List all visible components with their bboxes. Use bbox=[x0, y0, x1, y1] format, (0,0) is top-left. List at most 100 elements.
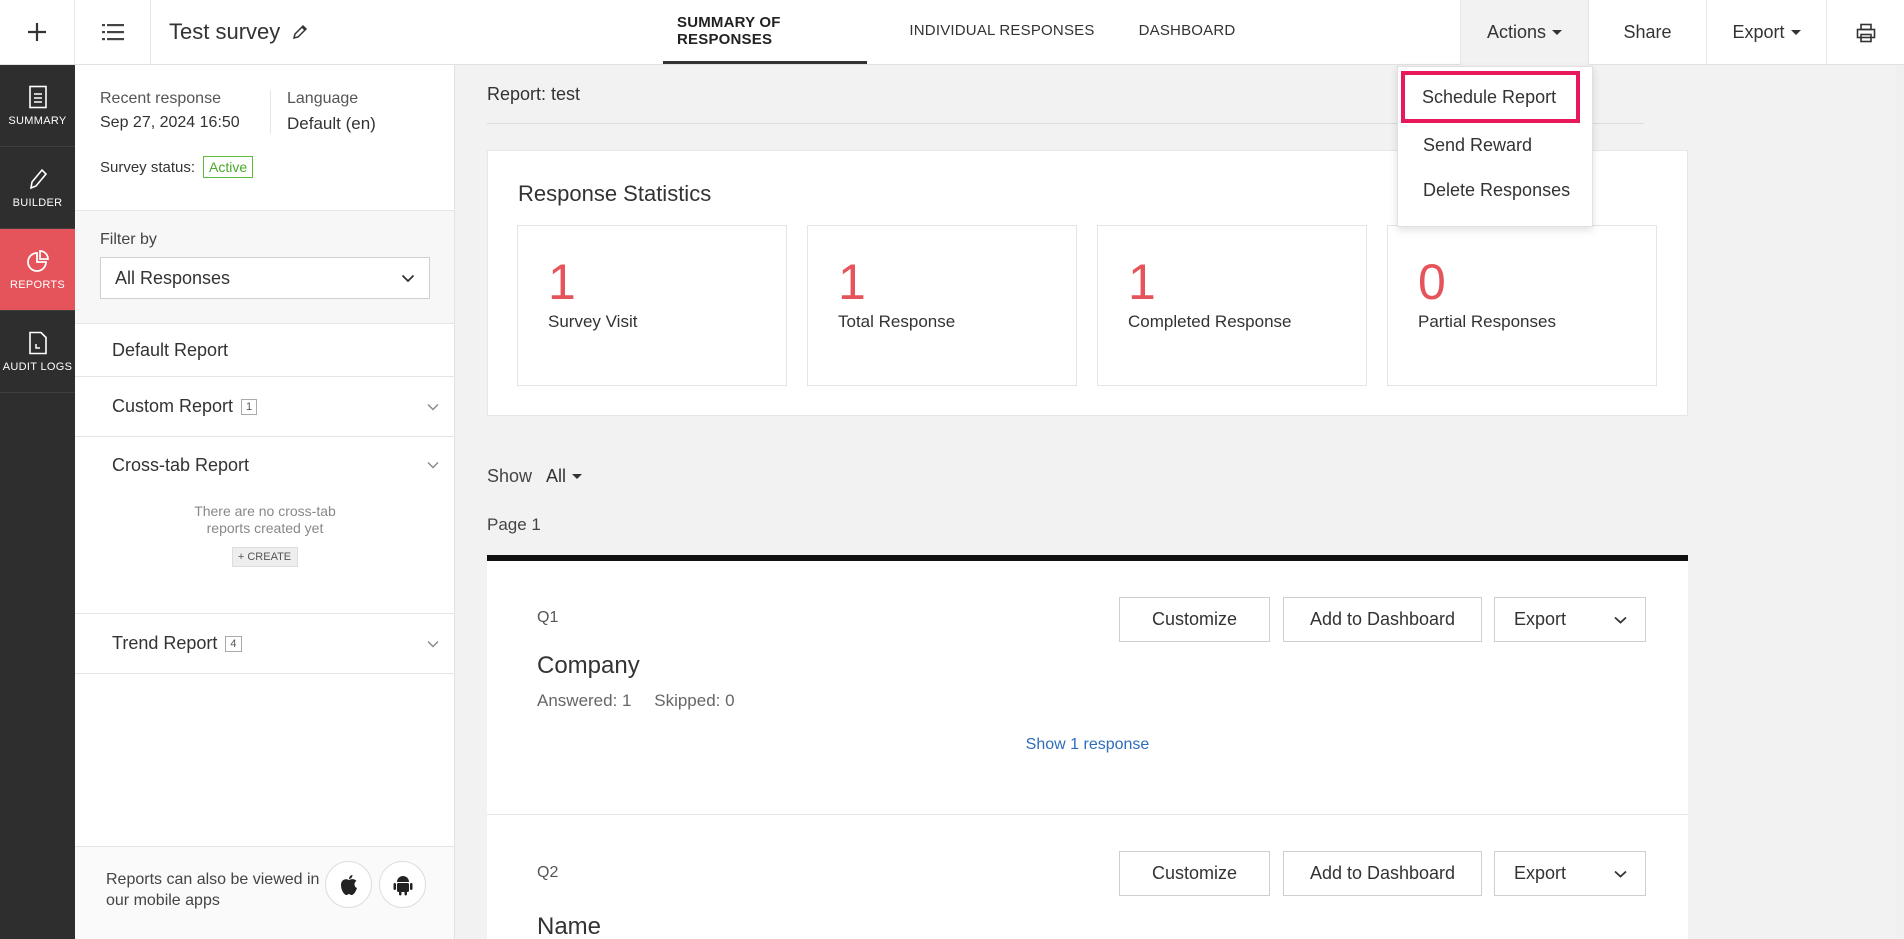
menu-item-delete-responses[interactable]: Delete Responses bbox=[1398, 170, 1592, 210]
tab-summary-of-responses[interactable]: SUMMARY OF RESPONSES bbox=[663, 0, 867, 64]
question-number: Q1 bbox=[537, 609, 559, 626]
plus-icon bbox=[28, 23, 46, 41]
menu-item-schedule-report[interactable]: Schedule Report bbox=[1401, 71, 1580, 123]
nav-builder-label: BUILDER bbox=[12, 196, 63, 209]
survey-title: Test survey bbox=[169, 19, 281, 44]
questions-area: Q1 Company Answered: 1 Skipped: 0 Custom… bbox=[487, 555, 1688, 939]
actions-button[interactable]: Actions bbox=[1460, 0, 1588, 65]
page-label: Page 1 bbox=[487, 515, 541, 534]
customize-button[interactable]: Customize bbox=[1119, 597, 1270, 642]
chevron-down-icon bbox=[1614, 616, 1627, 624]
report-item-custom[interactable]: Custom Report 1 bbox=[75, 377, 454, 437]
count-badge: 1 bbox=[241, 399, 258, 416]
question-export-label: Export bbox=[1514, 863, 1567, 883]
recent-response-label: Recent response bbox=[100, 90, 221, 107]
language-label: Language bbox=[287, 90, 359, 107]
add-survey-button[interactable] bbox=[0, 0, 75, 64]
report-item-label: Custom Report bbox=[112, 396, 234, 416]
show-label: Show bbox=[487, 466, 533, 486]
question-meta: Answered: 1 Skipped: 0 bbox=[537, 691, 735, 711]
stat-value: 1 bbox=[838, 254, 866, 310]
android-icon bbox=[393, 875, 412, 895]
answered-count: Answered: 1 bbox=[537, 691, 632, 710]
show-dropdown[interactable]: All bbox=[546, 466, 583, 487]
show-filter-row: Show All bbox=[487, 466, 583, 487]
document-icon bbox=[28, 85, 47, 108]
mobile-apps-footer: Reports can also be viewed in our mobile… bbox=[75, 846, 454, 939]
language-value: Default (en) bbox=[287, 114, 376, 133]
filter-label: Filter by bbox=[100, 231, 157, 248]
question-card-q2: Q2 Name Customize Add to Dashboard Expor… bbox=[487, 815, 1688, 939]
share-button[interactable]: Share bbox=[1588, 0, 1706, 65]
actions-label: Actions bbox=[1486, 22, 1547, 42]
report-item-crosstab[interactable]: Cross-tab Report bbox=[75, 437, 454, 493]
stats-heading: Response Statistics bbox=[518, 181, 712, 206]
show-value: All bbox=[546, 466, 567, 486]
filter-select-value: All Responses bbox=[115, 267, 231, 288]
nav-summary-label: SUMMARY bbox=[8, 114, 67, 127]
stat-partial-responses: 0 Partial Responses bbox=[1387, 225, 1657, 386]
print-button[interactable] bbox=[1826, 0, 1904, 65]
pie-chart-icon bbox=[26, 249, 49, 272]
add-to-dashboard-button[interactable]: Add to Dashboard bbox=[1283, 851, 1482, 896]
report-item-label: Cross-tab Report bbox=[112, 454, 250, 475]
android-app-button[interactable] bbox=[379, 861, 426, 908]
edit-title-icon[interactable] bbox=[292, 24, 308, 40]
question-export-dropdown[interactable]: Export bbox=[1494, 597, 1646, 642]
filter-select[interactable]: All Responses bbox=[100, 257, 430, 299]
stat-value: 1 bbox=[1128, 254, 1156, 310]
export-label: Export bbox=[1732, 22, 1785, 42]
nav-audit-logs-label: AUDIT LOGS bbox=[2, 360, 73, 373]
main-content: Report: test Response Statistics 1 Surve… bbox=[456, 66, 1904, 939]
top-bar: Test survey SUMMARY OF RESPONSES INDIVID… bbox=[0, 0, 1904, 65]
tab-dashboard[interactable]: DASHBOARD bbox=[1137, 0, 1237, 64]
stat-label: Completed Response bbox=[1128, 312, 1292, 331]
ios-app-button[interactable] bbox=[325, 861, 372, 908]
nav-reports-label: REPORTS bbox=[9, 278, 66, 291]
chevron-down-icon bbox=[427, 462, 439, 469]
add-to-dashboard-button[interactable]: Add to Dashboard bbox=[1283, 597, 1482, 642]
count-badge: 4 bbox=[225, 636, 242, 653]
stat-completed-response: 1 Completed Response bbox=[1097, 225, 1367, 386]
question-title: Company bbox=[537, 652, 640, 679]
share-label: Share bbox=[1623, 22, 1672, 42]
left-nav: SUMMARY BUILDER REPORTS AUDIT LOGS bbox=[0, 65, 75, 939]
page-scrollbar[interactable] bbox=[1896, 65, 1904, 939]
log-file-icon bbox=[28, 331, 47, 354]
question-card-q1: Q1 Company Answered: 1 Skipped: 0 Custom… bbox=[487, 561, 1688, 815]
stat-label: Partial Responses bbox=[1418, 312, 1556, 331]
printer-icon bbox=[1856, 23, 1875, 42]
menu-item-send-reward[interactable]: Send Reward bbox=[1398, 125, 1592, 165]
stat-survey-visit: 1 Survey Visit bbox=[517, 225, 787, 386]
recent-response-value: Sep 27, 2024 16:50 bbox=[100, 114, 240, 131]
stat-value: 0 bbox=[1418, 254, 1446, 310]
chevron-down-icon bbox=[427, 403, 439, 410]
mobile-apps-text: Reports can also be viewed in our mobile… bbox=[106, 871, 320, 909]
show-response-link[interactable]: Show 1 response bbox=[487, 736, 1688, 754]
crosstab-empty-text: There are no cross-tab reports created y… bbox=[194, 503, 336, 536]
report-item-default[interactable]: Default Report bbox=[75, 324, 454, 377]
chevron-down-icon bbox=[427, 640, 439, 647]
export-button[interactable]: Export bbox=[1706, 0, 1826, 65]
stat-label: Total Response bbox=[838, 312, 956, 331]
tab-individual-responses[interactable]: INDIVIDUAL RESPONSES bbox=[867, 0, 1137, 64]
report-item-label: Trend Report bbox=[112, 633, 218, 653]
create-crosstab-button[interactable]: + CREATE bbox=[231, 547, 298, 567]
report-side-panel: Recent response Sep 27, 2024 16:50 Langu… bbox=[75, 65, 455, 939]
report-item-trend[interactable]: Trend Report 4 bbox=[75, 614, 454, 674]
question-export-dropdown[interactable]: Export bbox=[1494, 851, 1646, 896]
question-export-label: Export bbox=[1514, 609, 1567, 629]
skipped-count: Skipped: 0 bbox=[654, 691, 735, 710]
nav-reports[interactable]: REPORTS bbox=[0, 229, 75, 311]
nav-audit-logs[interactable]: AUDIT LOGS bbox=[0, 311, 75, 393]
report-item-label: Default Report bbox=[112, 339, 229, 360]
crosstab-section: Cross-tab Report There are no cross-tab … bbox=[75, 437, 454, 614]
caret-down-icon bbox=[1552, 30, 1563, 35]
question-title: Name bbox=[537, 913, 602, 939]
survey-list-button[interactable] bbox=[75, 0, 151, 64]
nav-builder[interactable]: BUILDER bbox=[0, 147, 75, 229]
customize-button[interactable]: Customize bbox=[1119, 851, 1270, 896]
stat-total-response: 1 Total Response bbox=[807, 225, 1077, 386]
nav-summary[interactable]: SUMMARY bbox=[0, 65, 75, 147]
apple-icon bbox=[340, 874, 357, 895]
